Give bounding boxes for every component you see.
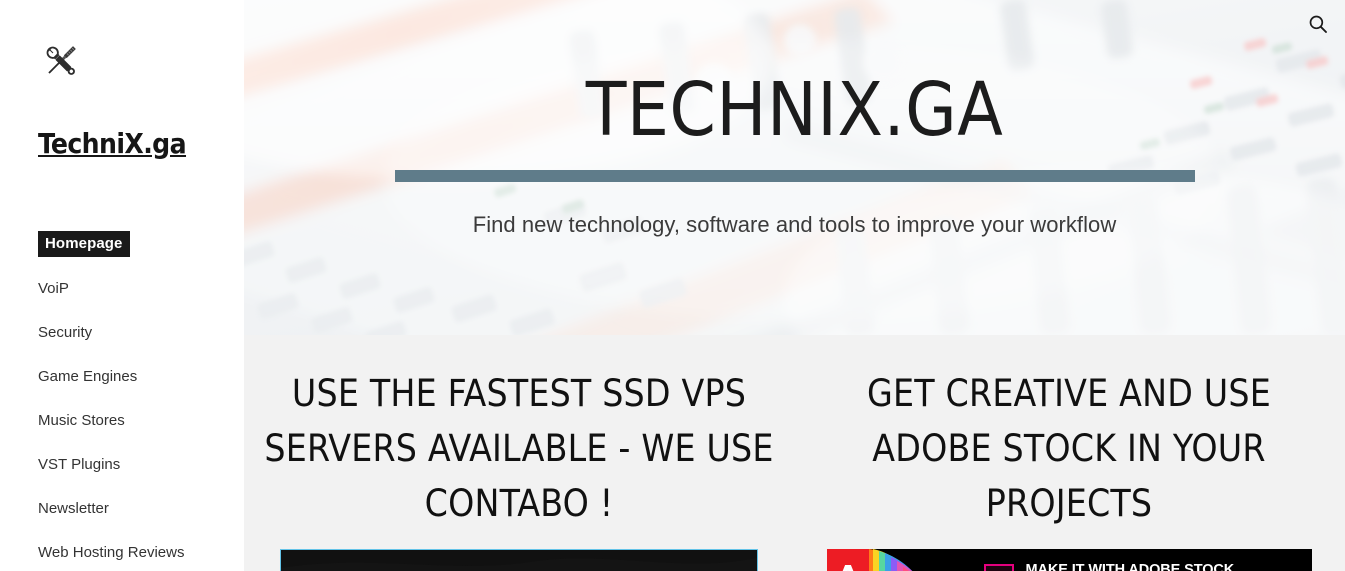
sidebar-item-label: Game Engines — [38, 367, 138, 385]
search-button[interactable] — [1301, 8, 1335, 42]
sidebar-item-label: VoiP — [38, 279, 69, 297]
contabo-ad-image — [281, 550, 757, 571]
sidebar-item-newsletter[interactable]: Newsletter — [0, 486, 244, 530]
sidebar-item-music-stores[interactable]: Music Stores — [0, 398, 244, 442]
column-adobe-stock: GET CREATIVE AND USE ADOBE STOCK IN YOUR… — [794, 335, 1344, 571]
sidebar-item-label: Web Hosting Reviews — [38, 543, 185, 561]
adobe-ad-headline: MAKE IT WITH ADOBE STOCK. — [1025, 562, 1239, 571]
contabo-ad-banner[interactable] — [280, 549, 758, 571]
site-title[interactable]: TechniX.ga — [38, 130, 187, 158]
hero-divider — [394, 170, 1195, 182]
sidebar: TechniX.ga Homepage VoiP Security Game E… — [0, 0, 244, 571]
search-icon — [1308, 14, 1328, 37]
sidebar-item-homepage[interactable]: Homepage — [0, 222, 244, 266]
sidebar-item-label: Security — [38, 323, 93, 341]
adobe-ad-text: MAKE IT WITH ADOBE STOCK. Get 10 free im… — [1025, 562, 1239, 571]
sidebar-item-security[interactable]: Security — [0, 310, 244, 354]
page-root: TechniX.ga Homepage VoiP Security Game E… — [0, 0, 1345, 571]
sidebar-item-voip[interactable]: VoiP — [0, 266, 244, 310]
sidebar-item-label: VST Plugins — [38, 455, 121, 473]
sidebar-item-label: Homepage — [38, 231, 130, 258]
content-columns: USE THE FASTEST SSD VPS SERVERS AVAILABL… — [244, 335, 1345, 571]
sidebar-item-label: Music Stores — [38, 411, 125, 429]
adobe-stock-badge: St — [983, 564, 1014, 571]
hero-banner: TECHNIX.GA Find new technology, software… — [244, 0, 1345, 335]
sidebar-item-web-hosting-reviews[interactable]: Web Hosting Reviews — [0, 530, 244, 571]
main-content: TECHNIX.GA Find new technology, software… — [244, 0, 1345, 571]
column-heading: USE THE FASTEST SSD VPS SERVERS AVAILABL… — [264, 372, 774, 525]
column-contabo: USE THE FASTEST SSD VPS SERVERS AVAILABL… — [244, 335, 794, 571]
site-logo[interactable] — [38, 38, 84, 84]
hero-title: TECHNIX.GA — [585, 67, 1004, 153]
hero-subtitle: Find new technology, software and tools … — [472, 212, 1117, 237]
sidebar-item-label: Newsletter — [38, 499, 109, 517]
adobe-stock-ad-banner[interactable]: Adobe St MAKE IT WITH ADOBE STOCK. Get 1… — [826, 549, 1312, 571]
adobe-logo: Adobe — [826, 549, 869, 571]
hero-content: TECHNIX.GA Find new technology, software… — [244, 0, 1345, 335]
sidebar-nav: Homepage VoiP Security Game Engines Musi… — [0, 222, 244, 571]
column-heading: GET CREATIVE AND USE ADOBE STOCK IN YOUR… — [867, 372, 1271, 525]
wrench-screwdriver-icon — [38, 38, 84, 84]
sidebar-item-vst-plugins[interactable]: VST Plugins — [0, 442, 244, 486]
sidebar-item-game-engines[interactable]: Game Engines — [0, 354, 244, 398]
adobe-ad-copy: St MAKE IT WITH ADOBE STOCK. Get 10 free… — [969, 549, 1312, 571]
